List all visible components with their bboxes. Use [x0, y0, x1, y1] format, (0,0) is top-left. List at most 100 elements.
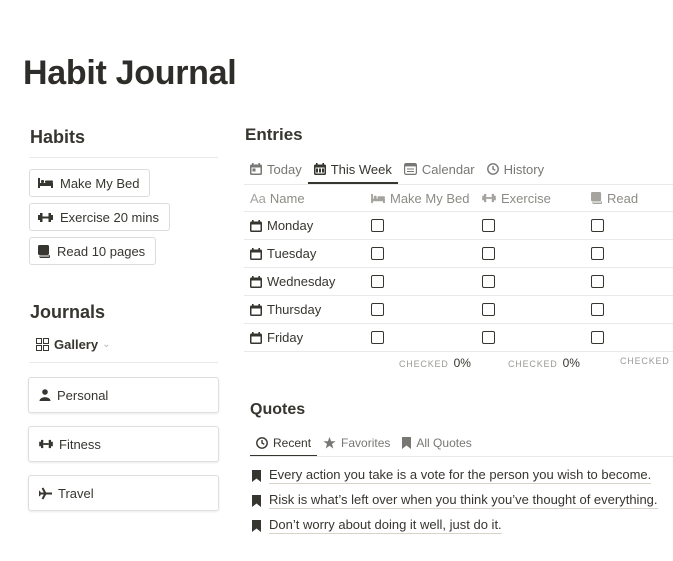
chevron-down-icon: ⌄	[102, 339, 111, 350]
row-name-cell[interactable]: Friday	[250, 324, 303, 351]
gallery-view-selector[interactable]: Gallery ⌄	[36, 337, 110, 352]
calendar-icon	[250, 275, 262, 288]
dumbbell-icon	[482, 193, 496, 203]
checkbox[interactable]	[482, 247, 495, 260]
page-title: Habit Journal	[23, 54, 237, 92]
airplane-icon	[39, 487, 52, 499]
column-header-read[interactable]: Read	[591, 185, 638, 211]
tab-today[interactable]: Today	[244, 155, 308, 183]
read-cell	[591, 324, 604, 351]
checkbox[interactable]	[591, 247, 604, 260]
read-cell	[591, 268, 604, 295]
calendar-icon	[250, 163, 262, 175]
tab-history[interactable]: History	[481, 155, 550, 183]
quote-text: Don’t worry about doing it well, just do…	[269, 517, 502, 534]
column-header-name[interactable]: Aa Name	[250, 185, 305, 211]
star-icon	[323, 436, 336, 448]
calendar-icon	[250, 303, 262, 316]
tab-this-week[interactable]: This Week	[307, 155, 399, 184]
habits-heading: Habits	[30, 127, 86, 147]
column-header-exercise[interactable]: Exercise	[482, 185, 551, 211]
table-row: Friday	[244, 324, 673, 352]
exercise-cell	[482, 268, 495, 295]
quotes-tabs: Recent Favorites All Quotes	[250, 429, 478, 457]
journal-card-label: Fitness	[59, 436, 101, 452]
checkbox[interactable]	[591, 275, 604, 288]
checkbox[interactable]	[591, 331, 604, 344]
exercise-cell	[482, 240, 495, 267]
gallery-view-label: Gallery	[54, 337, 99, 352]
quote-item[interactable]: Risk is what’s left over when you think …	[252, 492, 658, 509]
table-row: Monday	[244, 212, 673, 240]
tab-all-quotes[interactable]: All Quotes	[396, 429, 477, 456]
make-my-bed-cell	[371, 240, 384, 267]
book-icon	[38, 244, 50, 258]
read-label: Read 10 pages	[57, 243, 146, 259]
row-name-cell[interactable]: Tuesday	[250, 240, 316, 267]
checkbox[interactable]	[371, 275, 384, 288]
checkbox[interactable]	[371, 303, 384, 316]
checkbox[interactable]	[482, 275, 495, 288]
bookmark-icon	[252, 494, 261, 507]
dumbbell-icon	[38, 212, 53, 222]
checkbox[interactable]	[371, 219, 384, 232]
calendar-outline-icon	[403, 163, 417, 175]
checkbox[interactable]	[482, 219, 495, 232]
quote-text: Risk is what’s left over when you think …	[269, 492, 658, 509]
bed-icon	[38, 178, 53, 188]
checkbox[interactable]	[591, 303, 604, 316]
table-row: Wednesday	[244, 268, 673, 296]
bookmark-icon	[252, 469, 261, 482]
entries-table: Aa Name Make My Bed Exercise Read Monday…	[244, 184, 673, 352]
column-header-label: Read	[607, 190, 639, 206]
table-row: Tuesday	[244, 240, 673, 268]
checkbox[interactable]	[482, 331, 495, 344]
column-header-label: Make My Bed	[390, 190, 470, 206]
tab-calendar[interactable]: Calendar	[398, 155, 481, 183]
tab-history-label: History	[503, 161, 545, 177]
aggregate-label: CHECKED	[620, 356, 670, 366]
calendar-icon	[250, 219, 262, 232]
quote-item[interactable]: Don’t worry about doing it well, just do…	[252, 517, 502, 534]
aggregate-exercise[interactable]: CHECKED 0%	[508, 356, 580, 370]
quote-item[interactable]: Every action you take is a vote for the …	[252, 467, 652, 484]
row-name-cell[interactable]: Wednesday	[250, 268, 335, 295]
journals-heading: Journals	[30, 302, 106, 322]
column-header-label: Exercise	[501, 190, 551, 206]
checkbox[interactable]	[591, 219, 604, 232]
aggregate-read[interactable]: CHECKED	[620, 356, 673, 366]
row-name-cell[interactable]: Monday	[250, 212, 313, 239]
journal-card-personal[interactable]: Personal	[28, 377, 219, 413]
calendar-week-icon	[313, 163, 326, 175]
dumbbell-icon	[39, 439, 53, 449]
row-name-label: Thursday	[267, 302, 322, 317]
checkbox[interactable]	[371, 247, 384, 260]
tab-favorites[interactable]: Favorites	[317, 429, 396, 456]
entries-tabs: Today This Week Calendar History	[244, 155, 550, 184]
bed-icon	[371, 193, 385, 203]
exercise-button[interactable]: Exercise 20 mins	[29, 203, 170, 231]
bookmark-icon	[402, 436, 412, 449]
journal-card-travel[interactable]: Travel	[28, 475, 219, 511]
tab-recent[interactable]: Recent	[250, 429, 318, 457]
make-my-bed-cell	[371, 324, 384, 351]
journal-card-label: Personal	[57, 387, 109, 403]
aggregate-value: 0%	[453, 356, 471, 370]
bookmark-icon	[252, 519, 261, 532]
journal-card-label: Travel	[58, 485, 94, 501]
row-name-label: Tuesday	[267, 246, 317, 261]
journal-card-fitness[interactable]: Fitness	[28, 426, 219, 462]
read-button[interactable]: Read 10 pages	[29, 237, 157, 265]
gallery-icon	[36, 338, 49, 351]
aggregate-make-my-bed[interactable]: CHECKED 0%	[399, 356, 471, 370]
row-name-cell[interactable]: Thursday	[250, 296, 321, 323]
habits-divider	[29, 157, 218, 158]
make-my-bed-button[interactable]: Make My Bed	[29, 169, 151, 197]
checkbox[interactable]	[371, 331, 384, 344]
column-header-make-my-bed[interactable]: Make My Bed	[371, 185, 469, 211]
checkbox[interactable]	[482, 303, 495, 316]
table-row: Thursday	[244, 296, 673, 324]
exercise-label: Exercise 20 mins	[60, 209, 159, 225]
text-property-icon: Aa	[250, 190, 266, 206]
aggregate-value: 0%	[562, 356, 580, 370]
